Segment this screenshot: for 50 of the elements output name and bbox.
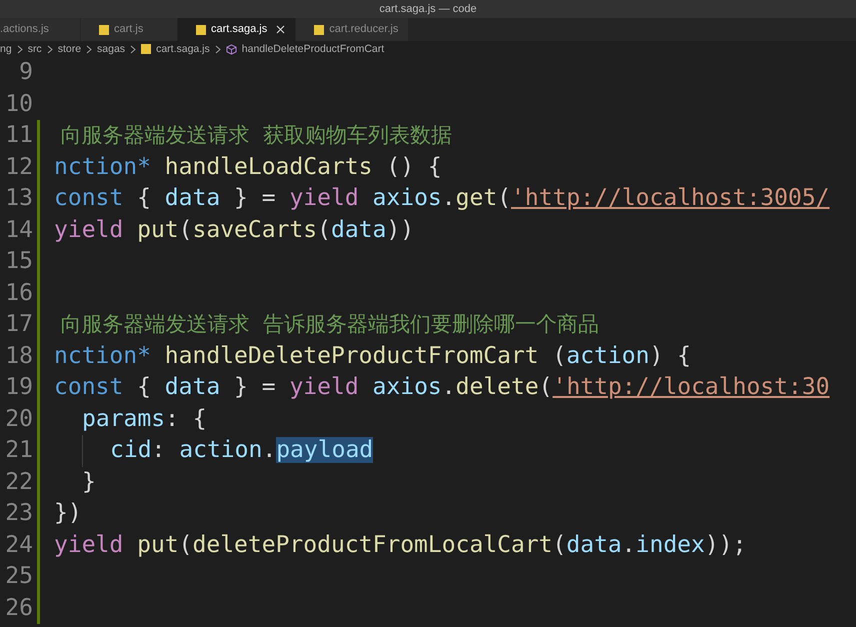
line-number: 25	[4, 562, 33, 591]
line-number: 11	[4, 121, 33, 150]
line-number: 13	[4, 184, 33, 213]
code-line: 向服务器端发送请求 获取购物车列表数据	[60, 122, 452, 149]
cube-icon	[226, 44, 237, 54]
code-line: nction* handleDeleteProductFromCart (action) {	[54, 342, 691, 370]
window-title: cart.saga.js — code	[0, 0, 856, 18]
line-number: 17	[4, 310, 33, 339]
chevron-icon	[130, 44, 136, 54]
breadcrumb-item[interactable]: sagas	[97, 41, 126, 57]
line-number: 21	[4, 436, 33, 465]
code-line: }	[82, 468, 96, 496]
line-number: 24	[4, 530, 33, 560]
line-number: 19	[4, 373, 33, 402]
breadcrumb-item[interactable]: cart.saga.js	[156, 41, 210, 57]
line-number: 18	[4, 342, 33, 370]
line-number: 20	[4, 404, 33, 434]
chevron-icon	[86, 44, 92, 54]
line-number: 26	[4, 594, 33, 622]
breadcrumb-item[interactable]: store	[58, 41, 82, 57]
editor-tab[interactable]: cart.saga.js	[178, 18, 296, 41]
breadcrumb-item[interactable]: ng	[0, 41, 12, 57]
code-line: yield put(saveCarts(data))	[54, 216, 414, 244]
selected-text: payload	[276, 437, 374, 463]
chevron-icon	[46, 44, 53, 54]
editor-tab[interactable]: .actions.js	[0, 18, 80, 41]
code-line: const { data } = yield axios.get('http://localhost:3005/	[54, 184, 830, 213]
js-file-icon	[141, 44, 152, 54]
breadcrumb-item[interactable]: handleDeleteProductFromCart	[242, 41, 384, 57]
line-number: 10	[4, 90, 33, 118]
code-line: 向服务器端发送请求 告诉服务器端我们要删除哪一个商品	[60, 311, 600, 338]
line-number: 15	[4, 247, 33, 276]
line-number: 14	[4, 216, 33, 244]
line-number: 22	[4, 468, 33, 496]
code-line: yield put(deleteProductFromLocalCart(data.index));	[54, 530, 746, 560]
code-line: params: {	[82, 404, 207, 434]
code-line: const { data } = yield axios.delete('http://localhost:30	[54, 373, 830, 402]
breadcrumb-item[interactable]: src	[28, 41, 42, 57]
chevron-icon	[214, 44, 221, 54]
editor-tab[interactable]: cart.js	[81, 18, 177, 41]
code-line: })	[54, 499, 82, 528]
line-number: 16	[4, 278, 33, 308]
editor-tab[interactable]: cart.reducer.js	[296, 18, 408, 41]
line-number: 9	[18, 58, 33, 87]
code-line: nction* handleLoadCarts () {	[54, 152, 442, 182]
close-icon[interactable]	[276, 25, 286, 34]
line-number: 23	[4, 499, 33, 528]
chevron-icon	[16, 44, 23, 54]
code-line: cid: action.payload	[110, 436, 374, 465]
line-number: 12	[4, 152, 33, 182]
